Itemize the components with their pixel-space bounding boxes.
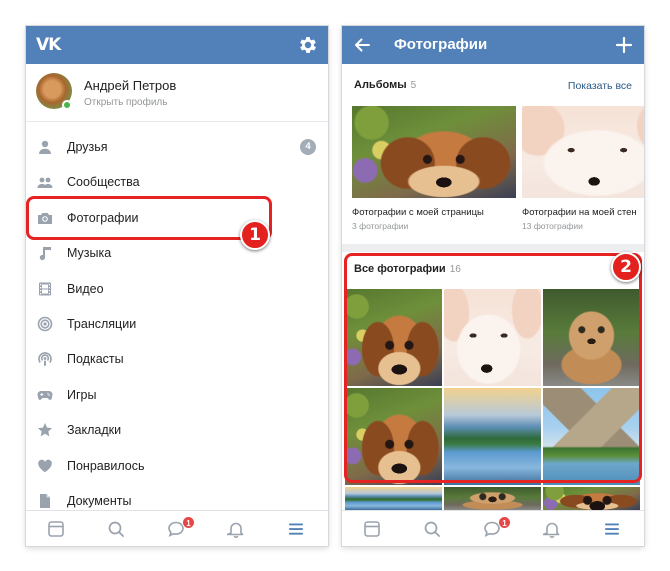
albums-title-text: Альбомы [354,79,407,91]
album-cover-my-page[interactable] [352,106,516,198]
heart-icon [38,459,52,472]
callout-highlight-all-photos [344,253,642,483]
menu-item-label: Игры [67,387,97,402]
menu-item-broadcasts[interactable]: Трансляции [26,306,328,341]
albums-section-title: Альбомы 5 [354,79,416,91]
section-divider [342,244,644,252]
bell-icon [227,522,244,538]
vk-logo: VK [36,35,61,55]
news-icon [48,521,64,537]
tab-search[interactable] [402,511,462,546]
menu-item-label: Документы [67,493,132,508]
tab-notifications[interactable] [522,511,582,546]
tab-messages[interactable]: 1 [146,511,206,546]
menu-item-label: Понравилось [67,458,145,473]
left-phone-screen: VK Андрей Петров Открыть профиль Друзья … [26,26,328,546]
podcast-icon [38,352,52,367]
menu-item-communities[interactable]: Сообщества [26,164,328,199]
search-icon [424,521,440,537]
menu-item-label: Видео [67,281,104,296]
tab-news[interactable] [26,511,86,546]
page-title: Фотографии [394,36,488,53]
album-subtitle: 13 фотографии [522,221,583,231]
broadcast-icon [37,316,53,332]
bell-icon [543,522,560,538]
photo-thumbnail[interactable] [345,487,442,510]
person-icon [39,140,51,154]
albums-count: 5 [410,80,417,91]
tab-menu[interactable] [582,511,642,546]
document-icon [40,493,50,508]
menu-icon [605,523,619,535]
messages-badge: 1 [498,516,511,529]
search-icon [108,521,124,537]
menu-item-liked[interactable]: Понравилось [26,448,328,483]
menu-item-label: Подкасты [67,352,124,367]
left-tab-bar: 1 [26,510,328,546]
profile-card[interactable]: Андрей Петров Открыть профиль [26,64,328,122]
star-icon [37,423,53,437]
friends-count-badge: 4 [300,139,316,155]
show-all-albums-link[interactable]: Показать все [568,80,632,92]
album-title[interactable]: Фотографии на моей стен [522,207,637,218]
callout-highlight-photos [26,196,272,240]
gamepad-icon [37,390,53,400]
menu-item-podcasts[interactable]: Подкасты [26,341,328,376]
tab-menu[interactable] [266,511,326,546]
menu-item-games[interactable]: Игры [26,377,328,412]
side-menu: Друзья 4 Сообщества Фотографии Музыка Ви… [26,129,328,518]
tab-news[interactable] [342,511,402,546]
photo-thumbnail[interactable] [543,487,640,510]
menu-item-label: Трансляции [67,316,137,331]
album-subtitle: 3 фотографии [352,221,409,231]
film-icon [39,282,51,296]
right-header-bar: Фотографии [342,26,644,64]
gear-icon[interactable] [297,34,319,56]
menu-item-label: Закладки [67,423,122,438]
group-icon [37,177,53,189]
online-indicator [62,100,72,110]
menu-item-bookmarks[interactable]: Закладки [26,412,328,447]
open-profile-link[interactable]: Открыть профиль [84,97,167,108]
menu-item-label: Друзья [67,140,108,154]
menu-icon [289,523,303,535]
callout-number-2: 2 [611,252,641,282]
messages-badge: 1 [182,516,195,529]
menu-item-music[interactable]: Музыка [26,235,328,270]
tab-messages[interactable]: 1 [462,511,522,546]
right-tab-bar: 1 [342,510,644,546]
menu-item-friends[interactable]: Друзья 4 [26,129,328,164]
menu-item-video[interactable]: Видео [26,271,328,306]
album-title[interactable]: Фотографии с моей страницы [352,207,484,218]
menu-item-label: Сообщества [67,175,140,190]
arrow-left-icon[interactable] [352,35,372,55]
music-note-icon [39,247,51,261]
tab-notifications[interactable] [206,511,266,546]
news-icon [364,521,380,537]
plus-icon[interactable] [614,35,634,55]
album-cover-my-wall[interactable] [522,106,644,198]
menu-item-label: Музыка [67,246,112,261]
profile-name[interactable]: Андрей Петров [84,78,176,93]
photo-thumbnail[interactable] [444,487,541,510]
left-header-bar: VK [26,26,328,64]
callout-number-1: 1 [240,220,270,250]
tab-search[interactable] [86,511,146,546]
